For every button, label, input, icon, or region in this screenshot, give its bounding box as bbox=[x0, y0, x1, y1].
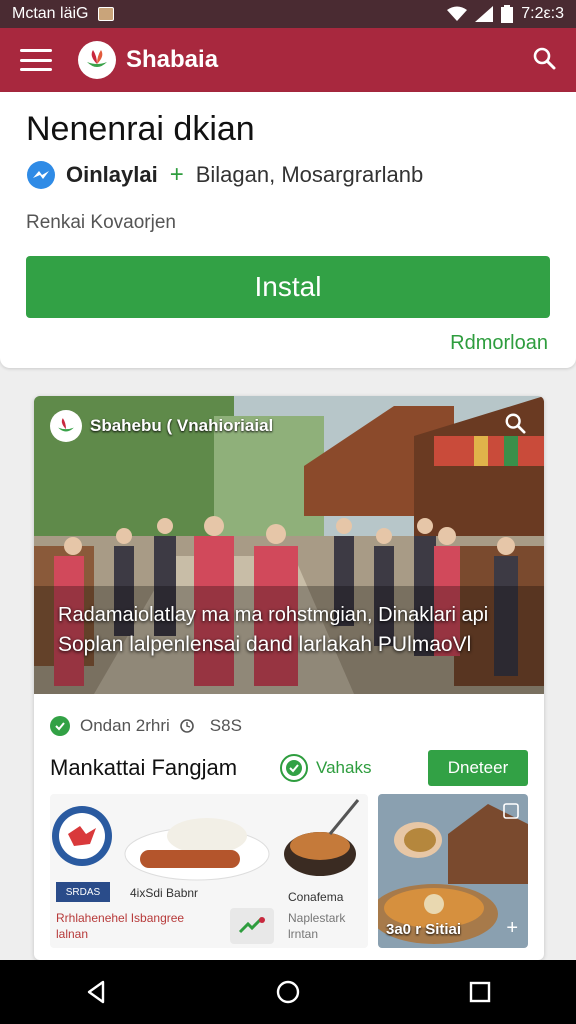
photo-tile[interactable]: 3a0 r Sitiai + bbox=[378, 794, 528, 948]
navigation-bar bbox=[0, 960, 576, 1024]
hero-caption-line-1: Radamaiolatlay ma ma rohstmgian, Dinakla… bbox=[58, 604, 489, 626]
app-name: Nenenrai dkian bbox=[26, 110, 255, 148]
logo-icon bbox=[78, 41, 116, 79]
menu-icon[interactable] bbox=[20, 49, 52, 71]
photo-caption: 3a0 r Sitiai bbox=[386, 921, 462, 938]
share-icon[interactable] bbox=[502, 802, 520, 825]
status-bar: Mctan läiG 7:2ε:3 bbox=[0, 0, 576, 28]
app-title: Shabaia bbox=[126, 46, 219, 73]
promo-text-3: Rrhlahenehel Isbangree lalnan bbox=[56, 911, 185, 941]
meta-row: Ondan 2rhri S8S bbox=[50, 716, 242, 736]
hero-image[interactable]: Sbahebu ( Vnahioriaial Radamaiolatlay ma… bbox=[34, 396, 544, 694]
category-text: Bilagan, Mosargrarlanb bbox=[195, 162, 424, 187]
more-link[interactable]: Rdmorloan bbox=[450, 332, 548, 355]
edit-icon[interactable] bbox=[230, 908, 274, 944]
hero-caption: Radamaiolatlay ma ma rohstmgian, Dinakla… bbox=[58, 602, 528, 658]
image-icon bbox=[98, 7, 115, 21]
subtitle-text: Renkai Kovaorjen bbox=[26, 212, 176, 233]
verified-badge[interactable]: Vahaks bbox=[280, 754, 371, 782]
install-card: Nenenrai dkian Oinlaylai + Bilagan, Mosa… bbox=[0, 92, 576, 368]
wifi-icon bbox=[447, 6, 468, 21]
signal-icon bbox=[475, 6, 494, 22]
clock-text: 7:2ε:3 bbox=[521, 5, 564, 22]
battery-icon bbox=[501, 5, 514, 23]
developer-row: Oinlaylai + Bilagan, Mosargrarlanb bbox=[26, 160, 423, 190]
media-tiles: SRDAS 4ixSdi Babnr Conafema Rrhlahenehel… bbox=[50, 794, 528, 948]
messenger-icon bbox=[27, 161, 55, 189]
plate-image bbox=[124, 818, 270, 881]
action-button[interactable]: Dneteer bbox=[428, 750, 528, 786]
promo-box: SRDAS bbox=[56, 882, 110, 902]
clock-icon bbox=[179, 719, 194, 733]
badge-icon bbox=[52, 806, 112, 866]
meta-date: Ondan 2rhri bbox=[80, 716, 170, 735]
search-icon[interactable] bbox=[532, 46, 556, 75]
promo-text-2: Conafema bbox=[288, 890, 344, 904]
hero-brand: Sbahebu ( Vnahioriaial bbox=[50, 410, 273, 442]
brand-logo-icon bbox=[50, 410, 82, 442]
post-title: Mankattai Fangjam bbox=[50, 755, 238, 780]
back-icon[interactable] bbox=[66, 970, 126, 1014]
food-bowl-image bbox=[284, 799, 360, 876]
install-button[interactable]: Instal bbox=[26, 256, 550, 318]
add-icon[interactable]: + bbox=[506, 917, 518, 940]
developer-name[interactable]: Oinlaylai bbox=[66, 162, 158, 188]
plus-icon: + bbox=[169, 161, 184, 188]
check-icon bbox=[50, 716, 70, 736]
hero-caption-line-2: Soplan lalpenlensai dand larlakah PUlmao… bbox=[58, 633, 472, 656]
feed-card[interactable]: Sbahebu ( Vnahioriaial Radamaiolatlay ma… bbox=[34, 396, 544, 960]
meta-extra: S8S bbox=[209, 716, 242, 735]
verified-label: Vahaks bbox=[316, 758, 372, 777]
verified-check-icon bbox=[280, 754, 308, 782]
promo-text-1: 4ixSdi Babnr bbox=[130, 886, 199, 900]
carrier-text: Mctan läiG bbox=[12, 5, 89, 22]
hero-search-icon[interactable] bbox=[504, 412, 526, 439]
title-row: Mankattai Fangjam Vahaks Dneteer bbox=[50, 748, 528, 788]
home-icon[interactable] bbox=[258, 970, 318, 1014]
promo-tile[interactable]: SRDAS 4ixSdi Babnr Conafema Rrhlahenehel… bbox=[50, 794, 368, 948]
hero-brand-text: Sbahebu ( Vnahioriaial bbox=[90, 416, 274, 435]
promo-text-4: Naplestark lrntan bbox=[288, 911, 346, 941]
app-bar: Shabaia bbox=[0, 28, 576, 92]
recents-icon[interactable] bbox=[450, 970, 510, 1014]
